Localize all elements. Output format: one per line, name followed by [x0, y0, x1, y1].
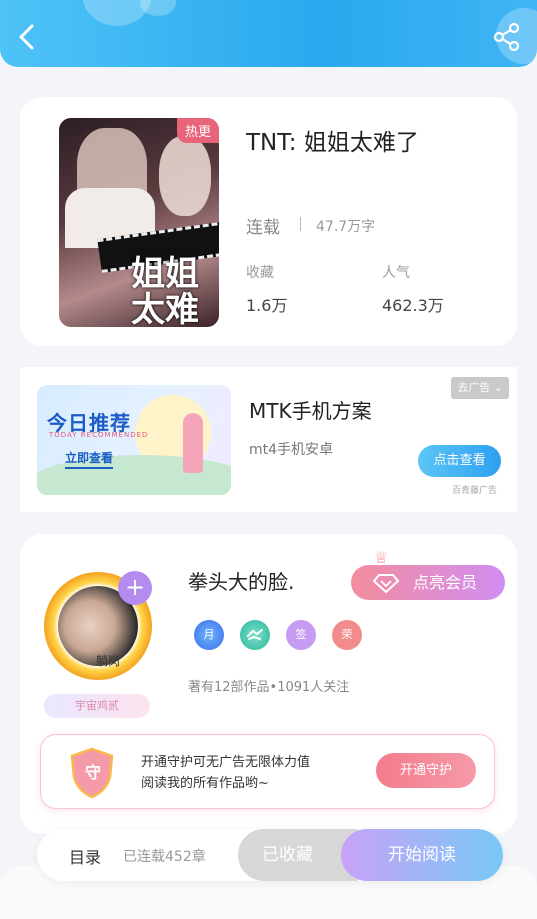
- signed-medal-icon[interactable]: 签: [286, 620, 316, 650]
- guard-text-line: 开通守护可无广告无限体力值: [141, 755, 311, 770]
- remove-ad-label: 去广告: [457, 381, 491, 394]
- follow-button[interactable]: +: [118, 571, 152, 605]
- author-card: 躺岗 + 宇宙鸡贰 拳头大的脸. ♕ 点亮会员 月 签 荣 著有12部作品•10…: [20, 534, 517, 834]
- top-bar: [0, 0, 537, 67]
- ad-description: mt4手机安卓: [249, 442, 334, 458]
- banner-cta: 立即查看: [65, 449, 114, 469]
- ad-view-button[interactable]: 点击查看: [418, 445, 501, 477]
- author-title-badge: 宇宙鸡贰: [44, 694, 150, 718]
- divider: [300, 217, 301, 231]
- banner-subheadline: TODAY RECOMMENDED: [49, 431, 149, 439]
- cover-figure: [159, 136, 211, 216]
- vip-button[interactable]: 点亮会员: [351, 565, 505, 600]
- back-button[interactable]: [14, 22, 40, 52]
- monthly-medal-icon[interactable]: 月: [194, 620, 224, 650]
- chevron-left-icon: [19, 24, 34, 50]
- ad-card[interactable]: 今日推荐 TODAY RECOMMENDED 立即查看 MTK手机方案 mt4手…: [20, 367, 517, 512]
- decor-bubble: [140, 0, 176, 16]
- book-status: 连载: [246, 218, 280, 238]
- open-guard-button[interactable]: 开通守护: [376, 753, 476, 788]
- author-name: 拳头大的脸.: [188, 570, 295, 594]
- diamond-icon: [373, 574, 399, 593]
- book-cover[interactable]: 姐姐太难了 热更: [59, 118, 219, 327]
- hot-badge: 热更: [176, 118, 219, 143]
- ad-banner-image[interactable]: 今日推荐 TODAY RECOMMENDED 立即查看: [37, 385, 231, 495]
- share-button[interactable]: [493, 22, 521, 52]
- vip-label: 点亮会员: [413, 573, 478, 592]
- popularity-value: 462.3万: [382, 296, 444, 315]
- ad-title[interactable]: MTK手机方案: [249, 395, 372, 424]
- toc-button[interactable]: 目录: [69, 844, 101, 868]
- favorites-value: 1.6万: [246, 296, 288, 315]
- remove-ad-button[interactable]: 去广告 ⌄: [451, 377, 509, 399]
- banner-figure: [183, 413, 203, 473]
- start-reading-button[interactable]: 开始阅读: [341, 829, 503, 881]
- handshake-medal-icon[interactable]: [240, 620, 270, 650]
- guard-promo[interactable]: 守 开通守护可无广告无限体力值 阅读我的所有作品哟~ 开通守护: [40, 734, 495, 809]
- handshake-icon: [247, 629, 263, 640]
- ad-source: 百青藤广告: [451, 486, 497, 496]
- book-info-card: 姐姐太难了 热更 TNT: 姐姐太难了 连载 47.7万字 收藏 1.6万 人气…: [20, 97, 517, 346]
- bottom-action-bar: 目录 已连载452章 已收藏 开始阅读: [37, 829, 503, 881]
- popularity-label: 人气: [382, 265, 410, 281]
- shield-char: 守: [85, 763, 102, 782]
- cover-title-art: 姐姐太难了: [131, 254, 199, 327]
- author-stats: 著有12部作品•1091人关注: [188, 680, 350, 695]
- share-icon: [493, 22, 520, 52]
- collect-button[interactable]: 已收藏: [238, 829, 358, 881]
- book-title: TNT: 姐姐太难了: [246, 130, 419, 156]
- avatar-name: 躺岗: [96, 654, 121, 668]
- chevron-down-icon: ⌄: [493, 381, 503, 394]
- honor-medal-icon[interactable]: 荣: [332, 620, 362, 650]
- word-count: 47.7万字: [316, 219, 376, 235]
- guard-text-line: 阅读我的所有作品哟~: [141, 776, 269, 791]
- favorites-label: 收藏: [246, 265, 274, 281]
- guard-description: 开通守护可无广告无限体力值 阅读我的所有作品哟~: [141, 752, 310, 794]
- chapter-count[interactable]: 已连载452章: [123, 846, 206, 866]
